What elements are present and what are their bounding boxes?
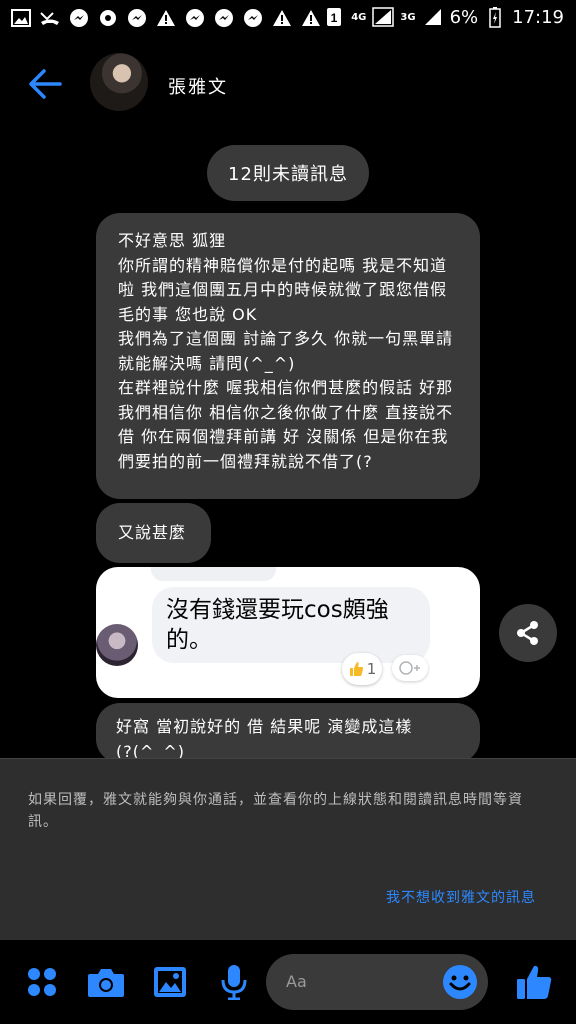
share-icon bbox=[517, 621, 538, 645]
clock: 17:19 bbox=[512, 6, 564, 28]
contact-name[interactable]: 張雅文 bbox=[168, 73, 228, 99]
camera-button[interactable] bbox=[84, 960, 128, 1004]
message-bubble[interactable]: 好窩 當初說好的 借 結果呢 演變成這樣 (?(^_^) bbox=[96, 703, 480, 763]
like-count: 1 bbox=[366, 660, 377, 678]
cropped-comment-bubble bbox=[151, 567, 276, 581]
network-type-label: 3G bbox=[400, 11, 416, 23]
like-reaction: 1 bbox=[342, 653, 382, 685]
svg-text:1: 1 bbox=[331, 11, 338, 25]
message-input-placeholder: Aa bbox=[286, 972, 307, 991]
signal-icon bbox=[372, 6, 395, 28]
share-button[interactable] bbox=[499, 604, 557, 662]
gallery-button[interactable] bbox=[148, 960, 192, 1004]
smiley-plus-icon bbox=[399, 661, 420, 675]
composer-bar: Aa bbox=[0, 940, 576, 1024]
messenger-icon bbox=[184, 7, 206, 29]
more-actions-button[interactable] bbox=[20, 960, 64, 1004]
sim-slot-icon: 1 bbox=[323, 6, 345, 28]
missed-call-icon bbox=[39, 7, 61, 29]
camera-icon bbox=[88, 969, 124, 997]
voice-message-button[interactable] bbox=[212, 960, 256, 1004]
like-button[interactable] bbox=[512, 960, 556, 1004]
back-button[interactable] bbox=[24, 63, 66, 105]
message-bubble[interactable]: 不好意思 狐狸 你所謂的精神賠償你是付的起嗎 我是不知道啦 我們這個團五月中的時… bbox=[96, 213, 480, 499]
four-dots-icon bbox=[28, 968, 56, 996]
message-input[interactable]: Aa bbox=[266, 954, 488, 1010]
battery-icon bbox=[484, 6, 506, 28]
emoji-icon[interactable] bbox=[442, 964, 478, 1000]
warning-icon bbox=[271, 7, 293, 29]
image-message[interactable]: 沒有錢還要玩cos頗強 的。 1 bbox=[96, 567, 480, 698]
commenter-avatar bbox=[96, 624, 138, 666]
comment-bubble: 沒有錢還要玩cos頗強 的。 bbox=[152, 587, 430, 663]
microphone-icon bbox=[221, 965, 247, 1000]
message-request-notice: 如果回覆，雅文就能夠與你通話，並查看你的上線狀態和閱讀訊息時間等資訊。 我不想收… bbox=[0, 758, 576, 941]
app-icon bbox=[97, 7, 119, 29]
block-messages-link[interactable]: 我不想收到雅文的訊息 bbox=[386, 887, 536, 907]
system-status: 1 4G 3G 6% 17:19 bbox=[323, 6, 564, 28]
messenger-icon bbox=[242, 7, 264, 29]
message-bubble[interactable]: 又說甚麼 bbox=[96, 503, 211, 563]
photo-icon bbox=[154, 967, 186, 997]
messenger-icon bbox=[213, 7, 235, 29]
gallery-icon bbox=[10, 7, 32, 29]
status-bar: 1 4G 3G 6% 17:19 bbox=[0, 0, 576, 38]
battery-percent: 6% bbox=[449, 6, 479, 28]
network-type-label: 4G bbox=[351, 11, 367, 23]
contact-avatar[interactable] bbox=[90, 53, 148, 111]
warning-icon bbox=[300, 7, 322, 29]
thumbs-up-icon bbox=[517, 965, 552, 999]
thumbs-up-icon bbox=[349, 662, 363, 676]
messenger-icon bbox=[126, 7, 148, 29]
notification-icons bbox=[10, 7, 322, 29]
warning-icon bbox=[155, 7, 177, 29]
notice-text: 如果回覆，雅文就能夠與你通話，並查看你的上線狀態和閱讀訊息時間等資訊。 bbox=[28, 792, 523, 830]
signal-icon bbox=[422, 6, 444, 28]
back-arrow-icon bbox=[29, 69, 62, 99]
conversation-header: 張雅文 bbox=[0, 45, 576, 125]
unread-messages-badge: 12則未讀訊息 bbox=[207, 145, 369, 201]
add-reaction-button bbox=[392, 655, 428, 681]
messenger-icon bbox=[68, 7, 90, 29]
